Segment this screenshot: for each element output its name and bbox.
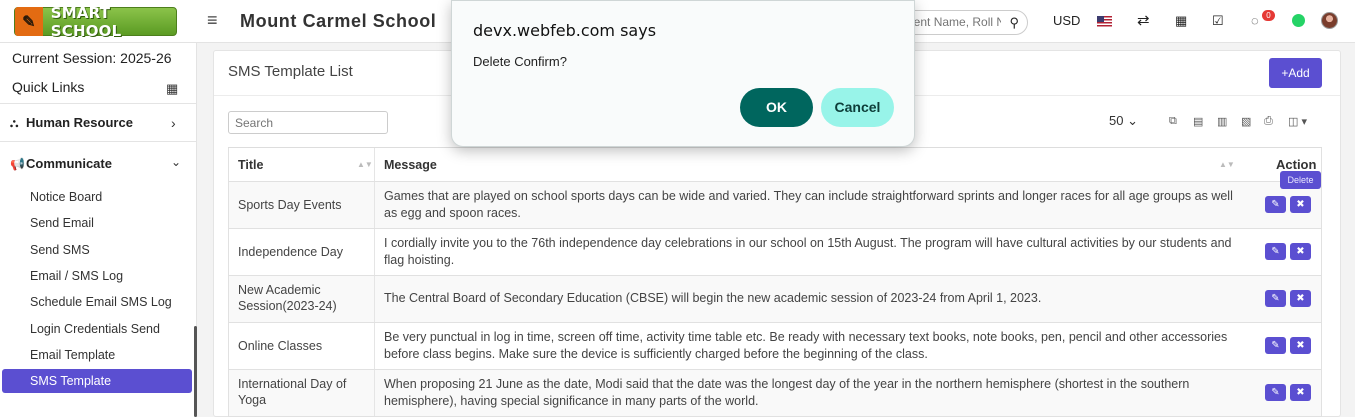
sidebar-item-label: Communicate — [26, 156, 112, 171]
divider — [374, 370, 375, 416]
sidebar-item-email-sms-log[interactable]: Email / SMS Log — [30, 269, 123, 283]
sort-icon[interactable]: ▲▼ — [1219, 160, 1235, 169]
divider — [374, 229, 375, 275]
logo[interactable]: ✎ SMART SCHOOL — [14, 4, 177, 40]
divider — [374, 276, 375, 322]
column-title[interactable]: Title — [238, 157, 368, 173]
sidebar: Current Session: 2025-26 Quick Links ▦ ⛬… — [0, 43, 197, 417]
sidebar-scrollbar[interactable] — [194, 326, 197, 417]
edit-button[interactable]: ✎ — [1265, 196, 1286, 213]
excel-icon[interactable]: ▤ — [1193, 115, 1203, 128]
table-row: Online Classes Be very punctual in log i… — [228, 323, 1322, 370]
row-title: Sports Day Events — [238, 198, 342, 212]
switch-icon[interactable]: ⇄ — [1137, 11, 1150, 29]
edit-button[interactable]: ✎ — [1265, 243, 1286, 260]
chat-icon[interactable]: ◌ — [1251, 13, 1259, 28]
delete-button[interactable]: ✖ — [1290, 243, 1311, 260]
dialog-title: devx.webfeb.com says — [473, 21, 657, 40]
divider — [0, 141, 196, 142]
sidebar-item-send-email[interactable]: Send Email — [30, 216, 94, 230]
copy-icon[interactable]: ⧉ — [1169, 115, 1177, 128]
columns-icon[interactable]: ◫ ▾ — [1288, 115, 1307, 128]
dialog-message: Delete Confirm? — [473, 54, 567, 69]
row-title: International Day of Yoga — [238, 377, 347, 407]
delete-button[interactable]: ✖ — [1290, 196, 1311, 213]
delete-button[interactable]: ✖ — [1290, 337, 1311, 354]
confirm-dialog: devx.webfeb.com says Delete Confirm? OK … — [451, 0, 915, 147]
school-name: Mount Carmel School — [240, 11, 437, 31]
sidebar-item-label: Human Resource — [26, 115, 133, 130]
row-title: Online Classes — [238, 339, 323, 353]
avatar[interactable] — [1321, 12, 1338, 29]
table-row: Sports Day Events Games that are played … — [228, 182, 1322, 229]
menu-icon[interactable]: ≡ — [207, 10, 218, 31]
table-row: International Day of Yoga When proposing… — [228, 370, 1322, 417]
bullhorn-icon: 📢 — [10, 157, 25, 171]
row-title: Independence Day — [238, 245, 343, 259]
row-message: I cordially invite you to the 76th indep… — [384, 236, 1232, 267]
sidebar-item-email-template[interactable]: Email Template — [30, 348, 115, 362]
delete-tooltip: Delete — [1280, 171, 1321, 189]
sidebar-item-human-resource[interactable]: ⛬ Human Resource — [10, 115, 133, 131]
row-title: New Academic Session(2023-24) — [238, 283, 337, 313]
sidebar-item-login-credentials-send[interactable]: Login Credentials Send — [30, 322, 160, 336]
chevron-down-icon: ⌄ — [1127, 113, 1138, 128]
sidebar-item-sms-template[interactable]: SMS Template — [2, 369, 192, 393]
current-session: Current Session: 2025-26 — [12, 50, 172, 66]
add-button-label: Add — [1288, 66, 1310, 80]
page-size-select[interactable]: 50 ⌄ — [1109, 113, 1138, 129]
logo-icon: ✎ — [15, 7, 43, 36]
add-button[interactable]: +Add — [1269, 58, 1322, 88]
ok-button[interactable]: OK — [740, 88, 813, 127]
sitemap-icon: ⛬ — [10, 116, 19, 130]
table-row: Independence Day I cordially invite you … — [228, 229, 1322, 276]
us-flag-icon[interactable] — [1097, 16, 1112, 27]
row-message: The Central Board of Secondary Education… — [384, 291, 1042, 305]
chevron-down-icon[interactable]: ⌄ — [171, 155, 181, 169]
table-row: New Academic Session(2023-24) The Centra… — [228, 276, 1322, 323]
delete-button[interactable]: ✖ — [1290, 290, 1311, 307]
print-icon[interactable]: ⎙ — [1264, 115, 1273, 128]
task-check-icon[interactable]: ☑ — [1212, 13, 1224, 29]
csv-icon[interactable]: ▥ — [1217, 115, 1227, 128]
edit-button[interactable]: ✎ — [1265, 290, 1286, 307]
divider — [374, 323, 375, 369]
edit-button[interactable]: ✎ — [1265, 337, 1286, 354]
notification-badge: 0 — [1262, 10, 1275, 21]
search-icon[interactable]: ⚲ — [1009, 15, 1019, 31]
sidebar-item-notice-board[interactable]: Notice Board — [30, 190, 102, 204]
sidebar-item-communicate[interactable]: 📢Communicate — [10, 156, 112, 171]
quick-links[interactable]: Quick Links — [12, 79, 84, 95]
edit-button[interactable]: ✎ — [1265, 384, 1286, 401]
pdf-icon[interactable]: ▧ — [1241, 115, 1251, 128]
row-message: Be very punctual in log in time, screen … — [384, 330, 1228, 361]
chevron-right-icon[interactable]: › — [171, 115, 176, 131]
table-search-input[interactable] — [228, 111, 388, 134]
divider — [374, 182, 375, 228]
page-title: SMS Template List — [228, 63, 353, 80]
sidebar-item-send-sms[interactable]: Send SMS — [30, 243, 90, 257]
row-message: Games that are played on school sports d… — [384, 189, 1233, 220]
row-message: When proposing 21 June as the date, Modi… — [384, 377, 1190, 408]
table-header: Title ▲▼ Message ▲▼ Action — [228, 148, 1322, 182]
logo-text: SMART SCHOOL — [50, 3, 122, 40]
sidebar-item-schedule-email-sms-log[interactable]: Schedule Email SMS Log — [30, 295, 172, 309]
delete-button[interactable]: ✖ — [1290, 384, 1311, 401]
page-size-value: 50 — [1109, 113, 1124, 128]
divider — [374, 148, 375, 181]
divider — [0, 103, 196, 104]
whatsapp-icon[interactable] — [1292, 14, 1305, 27]
grid-icon[interactable]: ▦ — [166, 81, 178, 97]
cancel-button[interactable]: Cancel — [821, 88, 894, 127]
column-message[interactable]: Message — [384, 157, 1244, 174]
sms-template-table: Title ▲▼ Message ▲▼ Action Sports Day Ev… — [228, 147, 1322, 417]
currency-selector[interactable]: USD — [1053, 13, 1080, 28]
column-action: Action — [1276, 157, 1317, 172]
calendar-icon[interactable]: ▦ — [1175, 13, 1187, 29]
sort-icon[interactable]: ▲▼ — [357, 160, 373, 169]
